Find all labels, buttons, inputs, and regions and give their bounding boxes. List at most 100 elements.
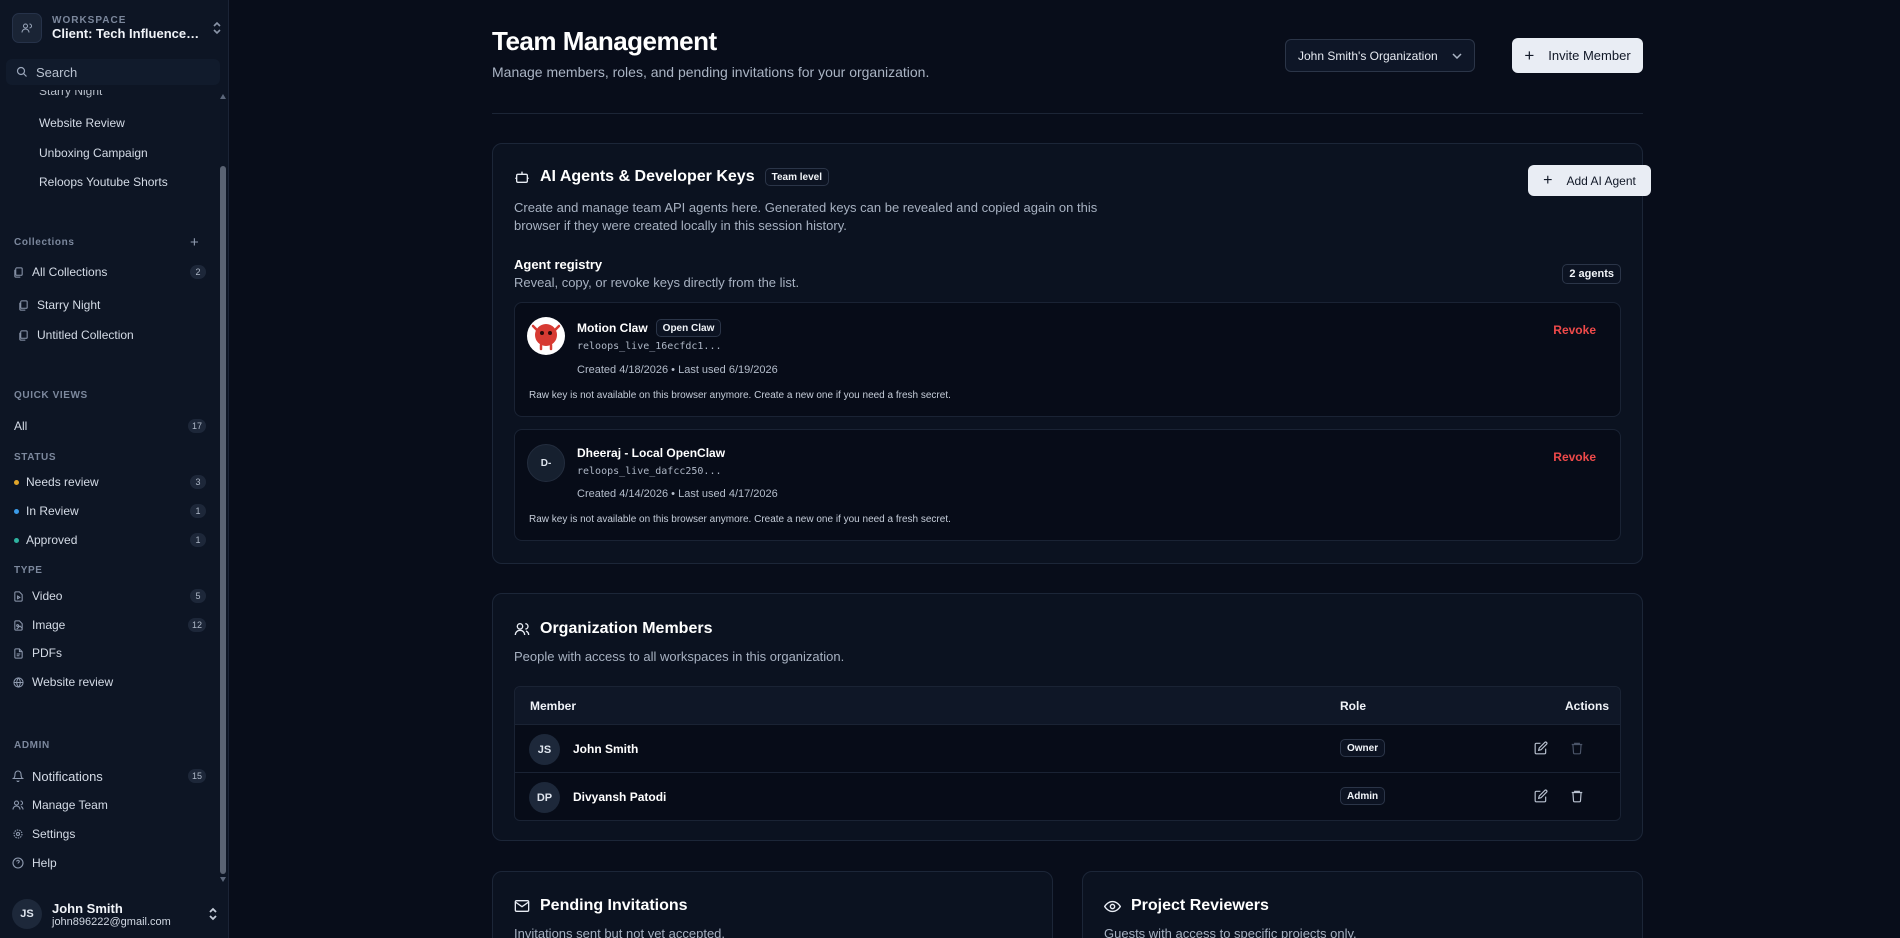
sidebar-item-all-collections[interactable]: All Collections 2 [12,261,206,283]
agent-item: Motion Claw Open Claw reloops_live_16ecf… [514,302,1621,417]
search-input[interactable] [36,64,206,80]
ai-agents-card: AI Agents & Developer Keys Team level Cr… [492,143,1651,564]
invite-member-label: Invite Member [1548,48,1631,63]
sidebar-item-needs-review[interactable]: Needs review 3 [14,471,206,493]
invite-member-button[interactable]: + Invite Member [1512,38,1643,73]
sidebar-scrollbar[interactable] [220,166,226,874]
sidebar-project-reloops-youtube-shorts[interactable]: Reloops Youtube Shorts [39,175,168,189]
sidebar-item-label: Needs review [26,475,99,489]
sidebar-item-label: Video [32,589,63,603]
users-icon [514,621,530,637]
count-badge: 3 [190,475,206,489]
user-menu[interactable]: JS John Smith john896222@gmail.com [12,896,218,932]
role-badge: Admin [1340,787,1386,805]
team-level-badge: Team level [764,168,829,186]
sidebar-item-label: In Review [26,504,79,518]
ai-agents-title-row: AI Agents & Developer Keys Team level [514,168,829,186]
trash-icon[interactable] [1570,789,1584,803]
page-subtitle: Manage members, roles, and pending invit… [492,64,930,80]
sidebar-item-help[interactable]: Help [12,852,206,874]
chevron-up-down-icon [208,907,218,921]
revoke-button[interactable]: Revoke [1553,323,1596,337]
sidebar-item-untitled-collection[interactable]: Untitled Collection [17,324,211,346]
sidebar-item-label: All Collections [32,265,108,279]
invitations-title: Pending Invitations [540,897,688,914]
sidebar-item-label: Settings [32,827,76,841]
agent-api-key: reloops_live_16ecfdc1... [577,341,722,352]
file-image-icon [12,619,24,631]
agent-name: Motion Claw [577,321,648,335]
reviewers-subtitle: Guests with access to specific projects … [1104,926,1357,938]
file-pdf-icon [12,647,24,659]
agent-avatar: D- [527,444,565,482]
sidebar-project-unboxing-campaign[interactable]: Unboxing Campaign [39,146,148,160]
sidebar-item-settings[interactable]: Settings [12,823,206,845]
sidebar-item-notifications[interactable]: Notifications 15 [12,765,206,787]
trash-icon [1570,741,1584,755]
members-table: Member Role Actions JS John Smith Owner … [514,686,1621,821]
member-name: John Smith [573,742,639,756]
avatar: JS [529,734,560,765]
sidebar-item-label: PDFs [32,646,62,660]
agent-note: Raw key is not available on this browser… [529,514,951,525]
sidebar-item-image[interactable]: Image 12 [12,614,206,636]
workspace-name: Client: Tech Influencer - Q3 [52,26,202,41]
sidebar-item-label: Manage Team [32,798,108,812]
members-title: Organization Members [540,620,713,637]
edit-icon[interactable] [1534,741,1548,755]
search-box[interactable] [6,59,220,85]
sidebar-item-approved[interactable]: Approved 1 [14,529,206,551]
robot-icon [514,169,530,185]
column-header-actions: Actions [1564,698,1609,713]
gear-icon [12,828,24,840]
edit-icon[interactable] [1534,789,1548,803]
count-badge: 2 [190,265,206,279]
sidebar-item-label: All [14,419,28,433]
organization-select-value: John Smith's Organization [1298,48,1438,63]
sidebar-project-website-review[interactable]: Website Review [39,116,125,130]
eye-icon [1104,898,1121,915]
reviewers-title-row: Project Reviewers [1104,897,1269,915]
sidebar-item-manage-team[interactable]: Manage Team [12,794,206,816]
pending-invitations-card: Pending Invitations Invitations sent but… [492,871,1053,938]
main-content: Team Management Manage members, roles, a… [229,0,1900,938]
members-title-row: Organization Members [514,620,712,638]
agent-name: Dheeraj - Local OpenClaw [577,446,726,460]
agent-registry-subtitle: Reveal, copy, or revoke keys directly fr… [514,275,800,290]
sidebar-item-video[interactable]: Video 5 [12,585,206,607]
sidebar-item-website-review[interactable]: Website review [12,671,206,693]
sidebar-item-in-review[interactable]: In Review 1 [14,500,206,522]
collection-icon [17,329,29,341]
count-badge: 15 [187,769,206,783]
add-ai-agent-button[interactable]: + Add AI Agent [1528,165,1651,196]
members-subtitle: People with access to all workspaces in … [514,649,845,664]
sidebar-item-label: Untitled Collection [37,328,134,342]
users-icon [12,799,24,811]
revoke-button[interactable]: Revoke [1553,450,1596,464]
chevron-down-icon [1452,52,1462,59]
sidebar-item-collection-starry-night[interactable]: Starry Night [17,294,211,316]
count-badge: 17 [187,419,206,433]
workspace-users-icon [12,13,42,43]
add-ai-agent-label: Add AI Agent [1566,173,1636,188]
help-icon [12,857,24,869]
page-title: Team Management [492,26,717,56]
add-collection-button[interactable]: + [190,235,199,250]
scroll-down-arrow[interactable] [220,877,226,882]
sidebar-project-starry-night[interactable]: Starry Night [39,90,102,98]
table-row: DP Divyansh Patodi Admin [515,772,1620,820]
chevron-up-down-icon [212,21,222,35]
sidebar-item-label: Image [32,618,66,632]
workspace-switcher[interactable]: WORKSPACE Client: Tech Influencer - Q3 [12,10,222,46]
scroll-up-arrow[interactable] [220,94,226,99]
sidebar-item-pdfs[interactable]: PDFs [12,642,206,664]
ai-agents-description-line: browser if they were created locally in … [514,218,847,233]
sidebar-item-label: Starry Night [37,298,101,312]
sidebar-item-label: Notifications [32,768,103,784]
organization-select[interactable]: John Smith's Organization [1285,39,1475,72]
count-badge: 1 [190,533,206,547]
member-name: Divyansh Patodi [573,790,667,804]
user-email: john896222@gmail.com [52,915,171,928]
sidebar-item-all[interactable]: All 17 [14,415,206,437]
column-header-role: Role [1340,698,1367,713]
